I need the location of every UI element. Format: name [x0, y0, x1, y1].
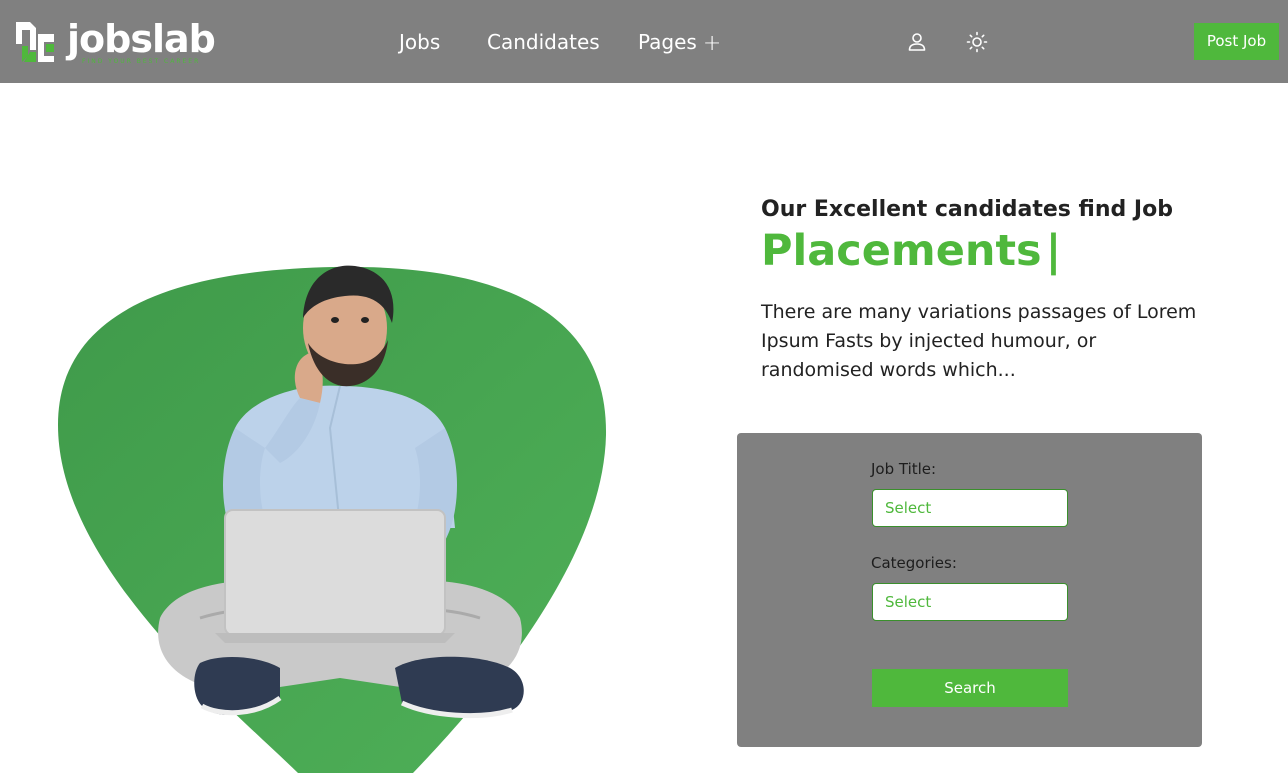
hero-headline: Placements| [761, 226, 1061, 276]
logo-mark-icon [16, 22, 54, 62]
hero-headline-text: Placements [761, 226, 1042, 276]
user-icon[interactable] [905, 30, 929, 54]
typing-caret: | [1045, 226, 1062, 276]
logo[interactable]: jobslab FIND YOUR BEST CAREER [14, 17, 216, 68]
nav-item-pages-label: Pages [638, 30, 697, 54]
nav-item-jobs[interactable]: Jobs [399, 29, 440, 55]
logo-tagline: FIND YOUR BEST CAREER [82, 58, 201, 65]
categories-label: Categories: [871, 554, 957, 572]
hero-eyebrow: Our Excellent candidates find Job [761, 197, 1173, 222]
nav-item-candidates[interactable]: Candidates [487, 29, 600, 55]
job-title-select[interactable]: Select [872, 489, 1068, 527]
site-header: jobslab FIND YOUR BEST CAREER Jobs Candi… [0, 0, 1288, 83]
logo-text: jobslab [67, 17, 216, 61]
sun-icon[interactable] [965, 30, 989, 54]
thinking-man-with-laptop-image [158, 265, 524, 719]
nav-item-pages[interactable]: Pages + [638, 29, 721, 57]
job-title-label: Job Title: [871, 460, 937, 478]
plus-icon: + [702, 31, 722, 56]
post-job-button[interactable]: Post Job [1194, 23, 1279, 60]
categories-select[interactable]: Select [872, 583, 1068, 621]
hero-description: There are many variations passages of Lo… [761, 301, 1197, 381]
job-search-panel: Job Title: Select Categories: Select Sea… [737, 433, 1202, 747]
search-button[interactable]: Search [872, 669, 1068, 707]
